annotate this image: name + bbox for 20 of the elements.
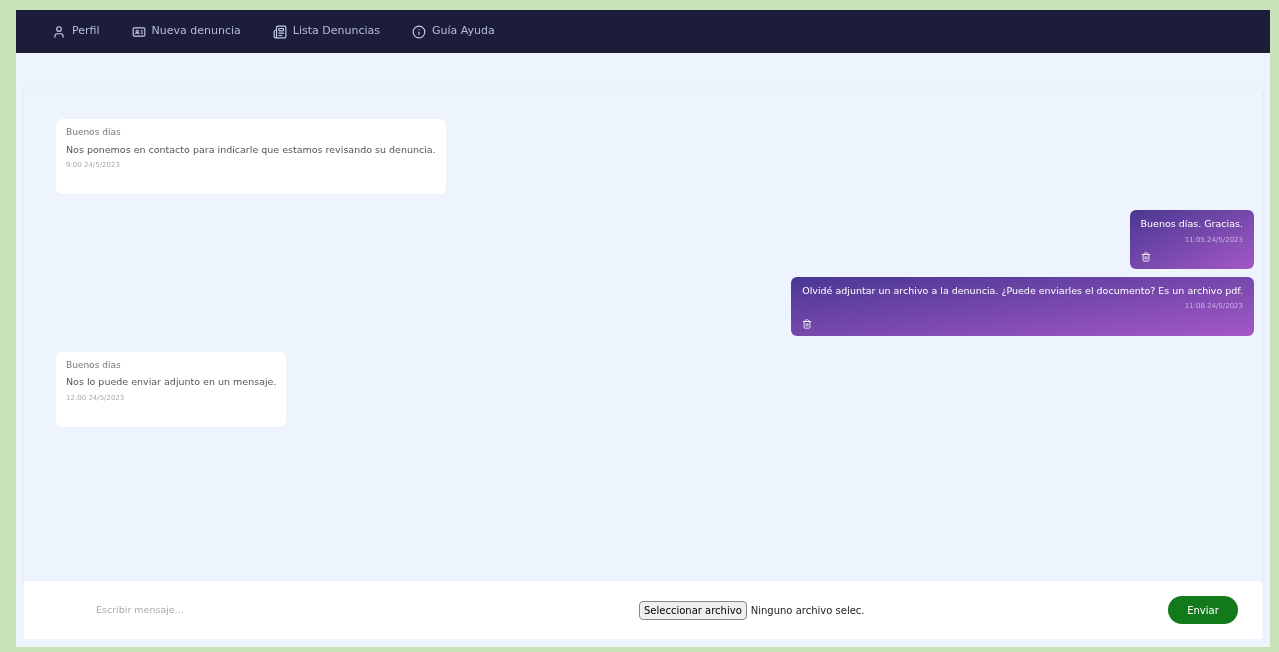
message-text: Nos lo puede enviar adjunto en un mensaje. <box>66 375 277 390</box>
nav-link[interactable]: Nueva denuncia <box>131 23 241 40</box>
trash-icon[interactable] <box>802 318 813 329</box>
file-select-button[interactable]: Seleccionar archivo <box>639 600 747 620</box>
trash-icon[interactable] <box>1140 252 1151 262</box>
id-card-icon <box>131 24 146 39</box>
nav-link[interactable]: Lista Denuncias <box>272 23 380 40</box>
message-greeting: Buenos días <box>66 358 122 372</box>
newspaper-icon <box>272 24 287 39</box>
message-text: Olvidé adjuntar un archivo a la denuncia. ¿Puede enviarles el documento? Es un archivo pdf. <box>802 284 1243 298</box>
message-text: Buenos días. Gracias. <box>1140 217 1243 232</box>
info-icon <box>411 24 426 39</box>
nav-link[interactable]: Perfil <box>52 23 100 40</box>
message-text: Nos ponemos en contacto para indicarle que estamos revisando su denuncia. <box>66 142 436 157</box>
message-input[interactable]: Escribir mensaje... <box>96 602 396 618</box>
nav-link[interactable]: Guía Ayuda <box>411 23 495 40</box>
user-icon <box>52 24 66 39</box>
send-button[interactable]: Enviar <box>1168 596 1238 624</box>
file-status: Ninguno archivo selec. <box>750 603 865 618</box>
message-greeting: Buenos días <box>66 126 122 139</box>
